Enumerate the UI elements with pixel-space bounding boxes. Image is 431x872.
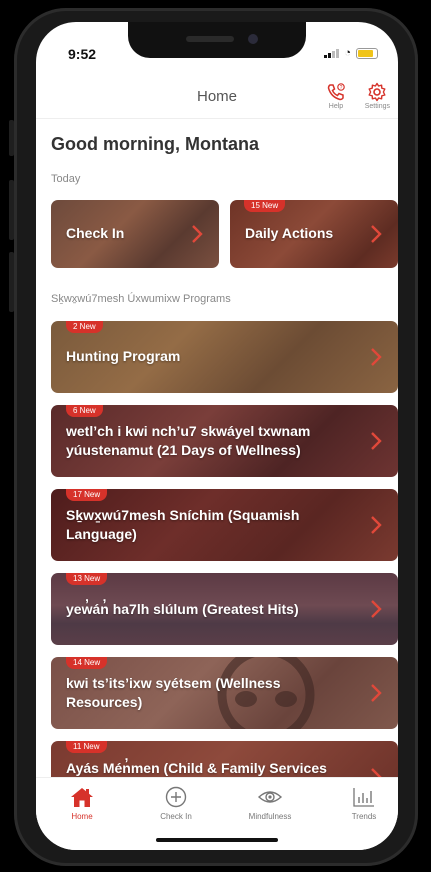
card-label: kwi ts’its’ixw syétsem (Wellness Resourc…: [66, 675, 281, 710]
new-badge: 11 New: [66, 741, 107, 753]
plus-circle-icon: [165, 786, 187, 808]
tab-label: Home: [71, 812, 93, 821]
tab-label: Trends: [351, 812, 377, 821]
program-card-squamish-language[interactable]: 17 New Sḵwx̱wú7mesh Sníchim (Squamish La…: [51, 489, 398, 561]
volume-down-button: [9, 252, 14, 312]
notch: [128, 22, 306, 58]
chevron-right-icon: [371, 600, 382, 618]
navigation-bar: Home ? Help Settings: [36, 74, 398, 119]
home-content[interactable]: Good morning, Montana Today Check In 15 …: [36, 119, 398, 779]
eye-icon: [257, 791, 283, 803]
daily-actions-card[interactable]: 15 New Daily Actions: [230, 200, 398, 268]
chevron-right-icon: [371, 225, 382, 243]
new-badge: 14 New: [66, 657, 108, 669]
card-label: Check In: [66, 225, 125, 241]
program-card-child-family-services[interactable]: 11 New Ayás Mén̓men (Child & Family Serv…: [51, 741, 398, 779]
chevron-right-icon: [371, 432, 382, 450]
check-in-card[interactable]: Check In: [51, 200, 219, 268]
chevron-right-icon: [371, 516, 382, 534]
screen: 9:52 ◔ Home ? Help Settings Good morning…: [36, 22, 398, 850]
tab-trends[interactable]: Trends: [328, 786, 398, 821]
card-label: yew̓án̓ ha7lh slúlum (Greatest Hits): [66, 601, 299, 617]
gear-icon: [368, 82, 386, 102]
battery-icon: [356, 47, 378, 59]
tab-home[interactable]: Home: [46, 786, 118, 821]
card-label: Hunting Program: [66, 348, 181, 364]
help-label: Help: [328, 103, 344, 110]
card-label: Sḵwx̱wú7mesh Sníchim (Squamish Language): [66, 507, 300, 542]
phone-help-icon: ?: [327, 83, 345, 101]
program-card-wellness-resources[interactable]: 14 New kwi ts’its’ixw syétsem (Wellness …: [51, 657, 398, 729]
programs-label: Sḵwx̱wú7mesh Úxwumixw Programs: [51, 293, 231, 305]
settings-button[interactable]: Settings: [365, 82, 390, 110]
wifi-icon: ◔: [344, 47, 351, 59]
card-label: wetl’ch i kwi nch’u7 skwáyel txwnam yúus…: [66, 423, 311, 458]
program-card-wellness-21-days[interactable]: 6 New wetl’ch i kwi nch’u7 skwáyel txwna…: [51, 405, 398, 477]
status-time: 9:52: [68, 46, 97, 62]
bar-chart-icon: [353, 788, 374, 807]
tab-label: Check In: [160, 812, 192, 821]
svg-text:?: ?: [340, 85, 343, 91]
new-badge: 13 New: [66, 573, 108, 585]
home-indicator: [156, 838, 278, 842]
tab-mindfulness[interactable]: Mindfulness: [234, 786, 306, 821]
volume-up-button: [9, 180, 14, 240]
new-badge: 2 New: [66, 321, 103, 333]
program-card-greatest-hits[interactable]: 13 New yew̓án̓ ha7lh slúlum (Greatest Hi…: [51, 573, 398, 645]
chevron-right-icon: [192, 225, 203, 243]
home-icon: [71, 788, 93, 807]
tab-check-in[interactable]: Check In: [140, 786, 212, 821]
signal-icon: [324, 48, 340, 58]
new-badge: 6 New: [66, 405, 103, 417]
new-badge: 17 New: [66, 489, 108, 501]
card-label: Ayás Mén̓men (Child & Family Services: [66, 760, 327, 776]
speaker: [186, 36, 234, 42]
new-badge: 15 New: [244, 200, 286, 212]
greeting: Good morning, Montana: [51, 134, 259, 154]
tab-bar: Home Check In Mindfulness Trends: [36, 777, 398, 850]
settings-label: Settings: [364, 103, 390, 110]
front-camera: [248, 34, 258, 44]
card-label: Daily Actions: [245, 225, 334, 241]
today-label: Today: [51, 173, 81, 185]
chevron-right-icon: [371, 684, 382, 702]
mute-switch: [9, 120, 14, 156]
chevron-right-icon: [371, 348, 382, 366]
program-card-hunting[interactable]: 2 New Hunting Program: [51, 321, 398, 393]
tab-label: Mindfulness: [248, 812, 292, 821]
help-button[interactable]: ? Help: [326, 82, 346, 110]
